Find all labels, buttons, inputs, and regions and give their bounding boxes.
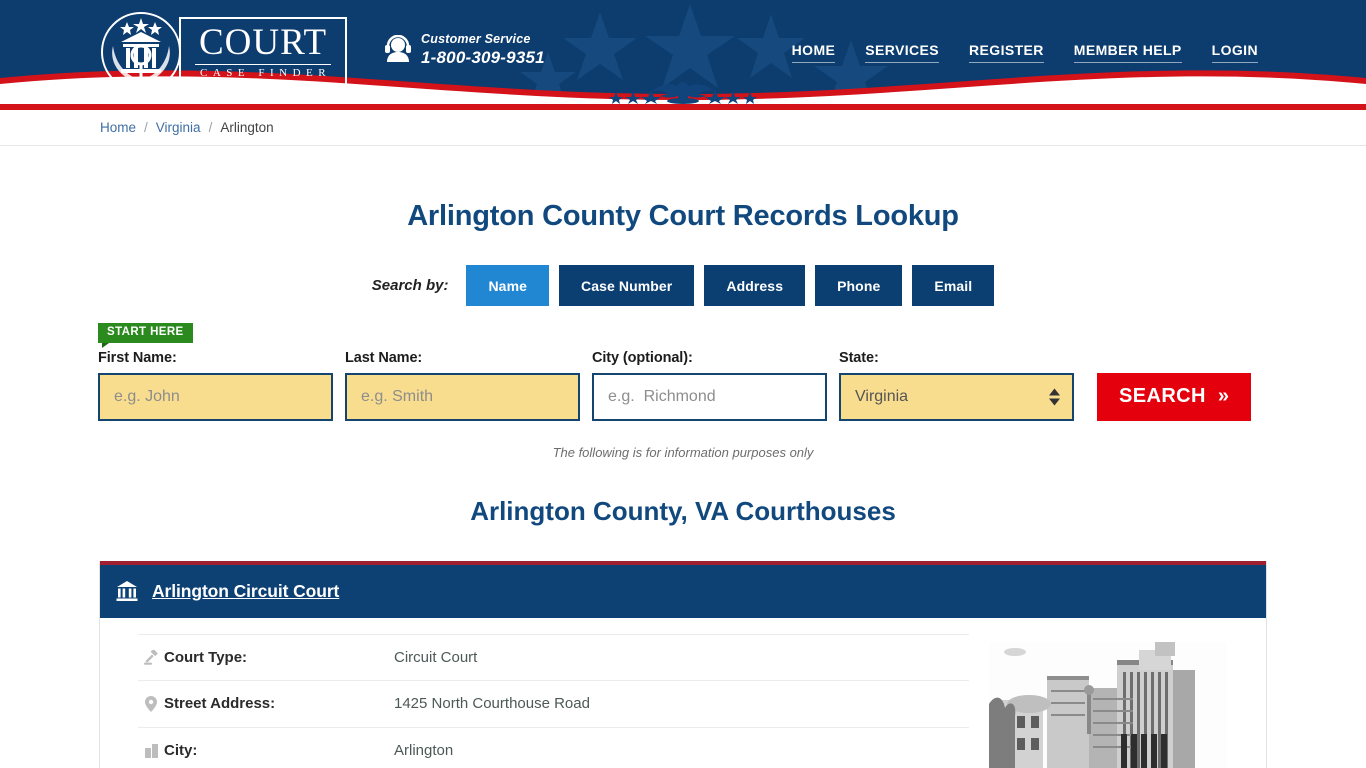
last-name-label: Last Name: xyxy=(345,349,423,366)
table-row: Court Type: Circuit Court xyxy=(138,633,969,681)
logo-subtitle: CASE FINDER xyxy=(200,67,332,79)
court-seal-icon xyxy=(101,12,181,92)
state-select[interactable]: Virginia xyxy=(839,372,1074,421)
page-title: Arlington County Court Records Lookup xyxy=(407,200,959,232)
nav-item-register[interactable]: REGISTER xyxy=(969,42,1044,63)
tab-phone[interactable]: Phone xyxy=(815,265,903,306)
first-name-label: First Name: xyxy=(98,349,177,366)
detail-value: Arlington xyxy=(394,742,454,759)
search-button-label: SEARCH xyxy=(1119,385,1206,407)
first-name-input[interactable] xyxy=(98,372,333,421)
bank-columns-icon xyxy=(116,581,138,601)
logo-text-box: COURT CASE FINDER xyxy=(179,17,348,87)
site-logo[interactable]: COURT CASE FINDER xyxy=(97,10,348,94)
nav-item-home[interactable]: HOME xyxy=(791,42,836,63)
first-name-field-group: First Name: xyxy=(98,350,333,421)
header-red-stripe xyxy=(0,104,1366,110)
nav-item-login[interactable]: LOGIN xyxy=(1211,42,1258,63)
table-row: Street Address: 1425 North Courthouse Ro… xyxy=(138,681,969,728)
city-icon xyxy=(138,743,164,758)
logo-divider xyxy=(195,64,332,65)
courthouse-photo-image xyxy=(989,641,1227,768)
tab-email[interactable]: Email xyxy=(912,265,995,306)
court-title-link[interactable]: Arlington Circuit Court xyxy=(152,581,339,602)
eagle-emblem-icon xyxy=(609,82,757,104)
section-title: Arlington County, VA Courthouses xyxy=(470,495,896,526)
last-name-field-group: Last Name: xyxy=(345,350,580,421)
site-header: COURT CASE FINDER Customer Service 1-800… xyxy=(0,0,1366,104)
search-fields-row: First Name: Last Name: City (optional): … xyxy=(98,350,1366,421)
city-label: City (optional): xyxy=(592,349,693,366)
court-card-body: Court Type: Circuit Court Street Address… xyxy=(100,618,1266,768)
map-pin-icon xyxy=(138,695,164,712)
tab-name[interactable]: Name xyxy=(466,265,549,306)
detail-label: City: xyxy=(164,742,198,759)
double-chevron-right-icon: » xyxy=(1217,385,1230,407)
nav-item-services[interactable]: SERVICES xyxy=(865,42,940,63)
start-here-badge: START HERE xyxy=(98,323,193,347)
customer-service-block[interactable]: Customer Service 1-800-309-9351 xyxy=(384,32,545,68)
detail-value: 1425 North Courthouse Road xyxy=(394,695,590,712)
customer-service-label: Customer Service xyxy=(421,32,531,46)
search-form: START HERE First Name: Last Name: City (… xyxy=(0,322,1366,421)
breadcrumb-item-virginia[interactable]: Virginia xyxy=(156,120,201,135)
breadcrumb-separator: / xyxy=(144,120,148,135)
last-name-input[interactable] xyxy=(345,372,580,421)
gavel-icon xyxy=(138,649,164,665)
tab-address[interactable]: Address xyxy=(704,265,806,306)
logo-word: COURT xyxy=(198,22,328,63)
detail-label: Court Type: xyxy=(164,648,248,666)
tab-case-number[interactable]: Case Number xyxy=(559,265,695,306)
courthouse-photo xyxy=(989,634,1266,768)
detail-value: Circuit Court xyxy=(394,648,478,666)
city-input[interactable] xyxy=(592,372,827,421)
state-field-group: State: Virginia xyxy=(839,350,1074,421)
info-note: The following is for information purpose… xyxy=(552,444,814,460)
breadcrumb-item-home[interactable]: Home xyxy=(100,120,136,135)
search-button[interactable]: SEARCH » xyxy=(1097,372,1252,421)
state-select-wrapper: Virginia xyxy=(839,372,1074,421)
main-navigation: HOME SERVICES REGISTER MEMBER HELP LOGIN xyxy=(791,42,1258,63)
court-details-table: Court Type: Circuit Court Street Address… xyxy=(100,633,989,768)
search-by-label: Search by: xyxy=(371,277,449,294)
nav-item-member-help[interactable]: MEMBER HELP xyxy=(1073,42,1182,63)
city-field-group: City (optional): xyxy=(592,350,827,421)
photo-frame xyxy=(989,641,1227,768)
headset-support-icon xyxy=(385,35,411,62)
search-by-tabs: Search by: Name Case Number Address Phon… xyxy=(0,265,1366,306)
breadcrumb-separator: / xyxy=(208,120,213,135)
breadcrumb: Home / Virginia / Arlington xyxy=(0,110,1366,146)
customer-service-phone[interactable]: 1-800-309-9351 xyxy=(421,48,545,68)
court-card-header: Arlington Circuit Court xyxy=(100,564,1266,618)
detail-label: Street Address: xyxy=(164,695,276,712)
breadcrumb-item-arlington: Arlington xyxy=(220,120,274,135)
main-content: Arlington County Court Records Lookup Se… xyxy=(0,200,1366,768)
table-row: City: Arlington xyxy=(138,728,969,768)
court-card: Arlington Circuit Court Court Type: Circ… xyxy=(99,560,1267,768)
state-label: State: xyxy=(839,349,879,366)
